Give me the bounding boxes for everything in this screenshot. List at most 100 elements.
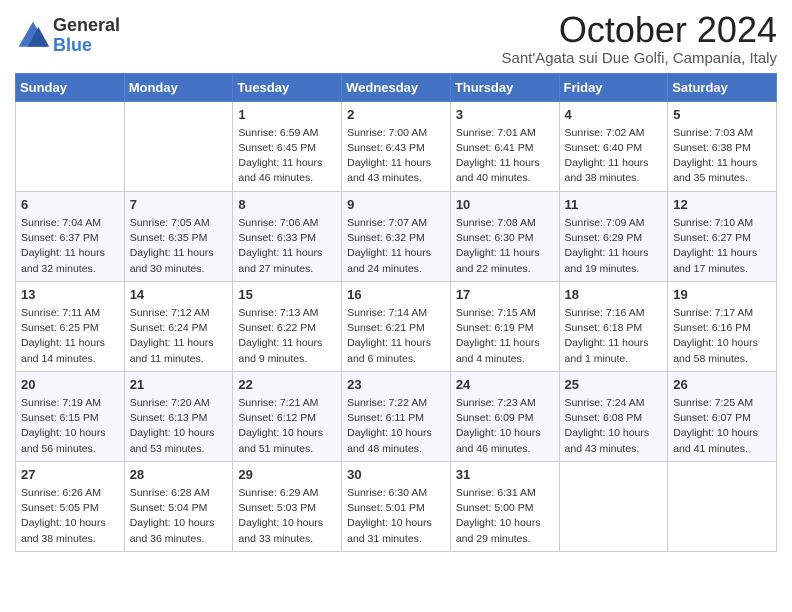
day-info: Sunrise: 6:29 AM Sunset: 5:03 PM Dayligh… xyxy=(238,486,336,547)
logo-general: General xyxy=(53,16,120,36)
table-row: 7 Sunrise: 7:05 AM Sunset: 6:35 PM Daylig… xyxy=(124,191,233,281)
table-row: 6 Sunrise: 7:04 AM Sunset: 6:37 PM Daylig… xyxy=(16,191,125,281)
table-row: 4 Sunrise: 7:02 AM Sunset: 6:40 PM Daylig… xyxy=(559,101,668,191)
table-row xyxy=(668,461,777,551)
day-info: Sunrise: 7:25 AM Sunset: 6:07 PM Dayligh… xyxy=(673,396,771,457)
calendar-header-row: Sunday Monday Tuesday Wednesday Thursday… xyxy=(16,73,777,101)
day-info: Sunrise: 7:12 AM Sunset: 6:24 PM Dayligh… xyxy=(130,306,228,367)
table-row: 17Sunrise: 7:15 AM Sunset: 6:19 PM Dayli… xyxy=(450,281,559,371)
day-number: 15 xyxy=(238,286,336,304)
table-row: 27 Sunrise: 6:26 AM Sunset: 5:05 PM Dayli… xyxy=(16,461,125,551)
table-row: 8 Sunrise: 7:06 AM Sunset: 6:33 PM Daylig… xyxy=(233,191,342,281)
table-row: 24 Sunrise: 7:23 AM Sunset: 6:09 PM Dayli… xyxy=(450,371,559,461)
logo-icon xyxy=(15,18,51,54)
col-saturday: Saturday xyxy=(668,73,777,101)
day-info: Sunrise: 7:04 AM Sunset: 6:37 PM Dayligh… xyxy=(21,216,119,277)
table-row: 1 Sunrise: 6:59 AM Sunset: 6:45 PM Daylig… xyxy=(233,101,342,191)
day-number: 20 xyxy=(21,376,119,394)
day-info: Sunrise: 7:15 AM Sunset: 6:19 PM Dayligh… xyxy=(456,306,554,367)
day-number: 28 xyxy=(130,466,228,484)
day-number: 8 xyxy=(238,196,336,214)
day-info: Sunrise: 7:17 AM Sunset: 6:16 PM Dayligh… xyxy=(673,306,771,367)
day-info: Sunrise: 7:16 AM Sunset: 6:18 PM Dayligh… xyxy=(565,306,663,367)
day-info: Sunrise: 7:00 AM Sunset: 6:43 PM Dayligh… xyxy=(347,126,445,187)
table-row xyxy=(124,101,233,191)
day-number: 29 xyxy=(238,466,336,484)
day-number: 30 xyxy=(347,466,445,484)
table-row: 15 Sunrise: 7:13 AM Sunset: 6:22 PM Dayli… xyxy=(233,281,342,371)
day-number: 14 xyxy=(130,286,228,304)
day-info: Sunrise: 6:31 AM Sunset: 5:00 PM Dayligh… xyxy=(456,486,554,547)
day-info: Sunrise: 7:14 AM Sunset: 6:21 PM Dayligh… xyxy=(347,306,445,367)
col-thursday: Thursday xyxy=(450,73,559,101)
day-number: 6 xyxy=(21,196,119,214)
day-number: 16 xyxy=(347,286,445,304)
col-tuesday: Tuesday xyxy=(233,73,342,101)
calendar-table: Sunday Monday Tuesday Wednesday Thursday… xyxy=(15,73,777,552)
day-number: 5 xyxy=(673,106,771,124)
day-info: Sunrise: 7:06 AM Sunset: 6:33 PM Dayligh… xyxy=(238,216,336,277)
table-row: 23Sunrise: 7:22 AM Sunset: 6:11 PM Dayli… xyxy=(342,371,451,461)
table-row: 3 Sunrise: 7:01 AM Sunset: 6:41 PM Daylig… xyxy=(450,101,559,191)
table-row: 9Sunrise: 7:07 AM Sunset: 6:32 PM Daylig… xyxy=(342,191,451,281)
day-number: 10 xyxy=(456,196,554,214)
day-number: 4 xyxy=(565,106,663,124)
table-row: 30Sunrise: 6:30 AM Sunset: 5:01 PM Dayli… xyxy=(342,461,451,551)
day-info: Sunrise: 7:23 AM Sunset: 6:09 PM Dayligh… xyxy=(456,396,554,457)
day-number: 27 xyxy=(21,466,119,484)
table-row: 5 Sunrise: 7:03 AM Sunset: 6:38 PM Daylig… xyxy=(668,101,777,191)
logo: General Blue xyxy=(15,16,120,56)
day-info: Sunrise: 7:11 AM Sunset: 6:25 PM Dayligh… xyxy=(21,306,119,367)
day-number: 3 xyxy=(456,106,554,124)
day-info: Sunrise: 7:08 AM Sunset: 6:30 PM Dayligh… xyxy=(456,216,554,277)
day-info: Sunrise: 7:13 AM Sunset: 6:22 PM Dayligh… xyxy=(238,306,336,367)
table-row: 18 Sunrise: 7:16 AM Sunset: 6:18 PM Dayli… xyxy=(559,281,668,371)
day-info: Sunrise: 7:21 AM Sunset: 6:12 PM Dayligh… xyxy=(238,396,336,457)
day-number: 24 xyxy=(456,376,554,394)
calendar-week-row: 13 Sunrise: 7:11 AM Sunset: 6:25 PM Dayli… xyxy=(16,281,777,371)
day-number: 21 xyxy=(130,376,228,394)
day-number: 1 xyxy=(238,106,336,124)
day-number: 22 xyxy=(238,376,336,394)
table-row: 10 Sunrise: 7:08 AM Sunset: 6:30 PM Dayli… xyxy=(450,191,559,281)
day-info: Sunrise: 7:05 AM Sunset: 6:35 PM Dayligh… xyxy=(130,216,228,277)
logo-blue: Blue xyxy=(53,36,120,56)
day-info: Sunrise: 7:22 AM Sunset: 6:11 PM Dayligh… xyxy=(347,396,445,457)
day-info: Sunrise: 6:26 AM Sunset: 5:05 PM Dayligh… xyxy=(21,486,119,547)
table-row: 2Sunrise: 7:00 AM Sunset: 6:43 PM Daylig… xyxy=(342,101,451,191)
day-info: Sunrise: 7:01 AM Sunset: 6:41 PM Dayligh… xyxy=(456,126,554,187)
table-row xyxy=(559,461,668,551)
day-info: Sunrise: 7:19 AM Sunset: 6:15 PM Dayligh… xyxy=(21,396,119,457)
table-row: 12Sunrise: 7:10 AM Sunset: 6:27 PM Dayli… xyxy=(668,191,777,281)
day-number: 18 xyxy=(565,286,663,304)
calendar-week-row: 20 Sunrise: 7:19 AM Sunset: 6:15 PM Dayli… xyxy=(16,371,777,461)
day-info: Sunrise: 7:09 AM Sunset: 6:29 PM Dayligh… xyxy=(565,216,663,277)
table-row: 11 Sunrise: 7:09 AM Sunset: 6:29 PM Dayli… xyxy=(559,191,668,281)
table-row: 21 Sunrise: 7:20 AM Sunset: 6:13 PM Dayli… xyxy=(124,371,233,461)
day-number: 26 xyxy=(673,376,771,394)
col-wednesday: Wednesday xyxy=(342,73,451,101)
table-row: 13 Sunrise: 7:11 AM Sunset: 6:25 PM Dayli… xyxy=(16,281,125,371)
table-row xyxy=(16,101,125,191)
day-number: 19 xyxy=(673,286,771,304)
day-info: Sunrise: 7:03 AM Sunset: 6:38 PM Dayligh… xyxy=(673,126,771,187)
table-row: 29 Sunrise: 6:29 AM Sunset: 5:03 PM Dayli… xyxy=(233,461,342,551)
day-number: 7 xyxy=(130,196,228,214)
table-row: 22 Sunrise: 7:21 AM Sunset: 6:12 PM Dayli… xyxy=(233,371,342,461)
location: Sant'Agata sui Due Golfi, Campania, Ital… xyxy=(501,50,777,67)
day-info: Sunrise: 6:59 AM Sunset: 6:45 PM Dayligh… xyxy=(238,126,336,187)
day-info: Sunrise: 6:28 AM Sunset: 5:04 PM Dayligh… xyxy=(130,486,228,547)
day-info: Sunrise: 7:02 AM Sunset: 6:40 PM Dayligh… xyxy=(565,126,663,187)
calendar-week-row: 27 Sunrise: 6:26 AM Sunset: 5:05 PM Dayli… xyxy=(16,461,777,551)
header: General Blue October 2024 Sant'Agata sui… xyxy=(15,10,777,67)
col-friday: Friday xyxy=(559,73,668,101)
day-number: 13 xyxy=(21,286,119,304)
table-row: 26 Sunrise: 7:25 AM Sunset: 6:07 PM Dayli… xyxy=(668,371,777,461)
day-number: 11 xyxy=(565,196,663,214)
table-row: 31Sunrise: 6:31 AM Sunset: 5:00 PM Dayli… xyxy=(450,461,559,551)
day-number: 9 xyxy=(347,196,445,214)
day-info: Sunrise: 7:20 AM Sunset: 6:13 PM Dayligh… xyxy=(130,396,228,457)
day-number: 12 xyxy=(673,196,771,214)
table-row: 16 Sunrise: 7:14 AM Sunset: 6:21 PM Dayli… xyxy=(342,281,451,371)
table-row: 19 Sunrise: 7:17 AM Sunset: 6:16 PM Dayli… xyxy=(668,281,777,371)
